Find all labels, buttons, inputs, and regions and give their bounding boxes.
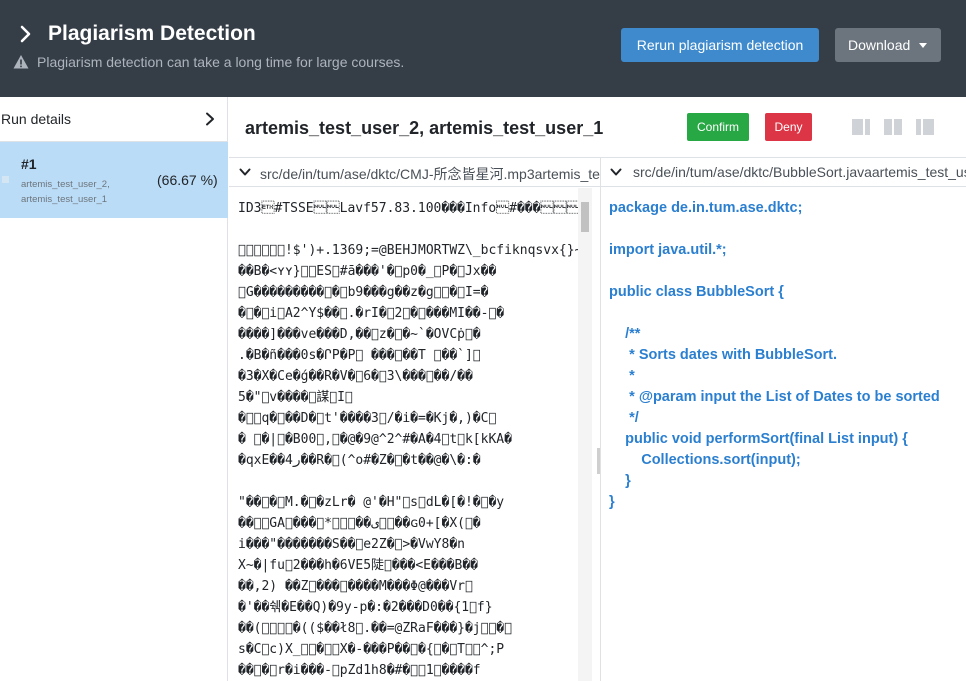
- page-subtitle: Plagiarism detection can take a long tim…: [37, 54, 405, 70]
- chevron-down-icon[interactable]: [610, 168, 622, 177]
- code-line: Collections.sort(input);: [609, 452, 801, 468]
- left-file-content: ID3#TSSE  Lavf57.83.100���Info #���    …: [238, 198, 578, 681]
- code-line: */: [609, 410, 639, 426]
- warning-icon: [13, 55, 29, 69]
- binary-line: i���"�������S�� e2Z� >�VwY8�n: [238, 537, 465, 552]
- comparison-users: artemis_test_user_2, artemis_test_user_1: [21, 177, 110, 207]
- binary-line: ��,2) ��Z ��� ����M���Φ@���Vr : [238, 579, 473, 594]
- binary-line: ��(    �(($��ł8 .��=@ZRaF���}�j  � : [238, 621, 512, 636]
- right-file-content: package de.in.tum.ase.dktc; import java.u…: [609, 198, 940, 513]
- code-line: import java.util.*;: [609, 242, 727, 258]
- run-details-label: Run details: [1, 111, 72, 127]
- binary-line: [238, 219, 578, 240]
- binary-line: X~�|fu 2���h�6VE5陡 ���<E���B��: [238, 558, 478, 573]
- binary-line: �'��쉒�E��Q)�9y-p�:�2���D0��{1 f}: [238, 600, 493, 615]
- code-line: /**: [609, 326, 641, 342]
- binary-line: �3�X�Ce�ǵ��R�V� 6� 3\��� ��/��: [238, 369, 473, 384]
- rerun-detection-button[interactable]: Rerun plagiarism detection: [621, 28, 819, 62]
- binary-line:  G��������� � b9���g��z�g  � I=�: [238, 285, 489, 300]
- chevron-right-icon[interactable]: [18, 24, 34, 44]
- right-file-path: src/de/in/tum/ase/dktc/BubbleSort.javaar…: [633, 164, 966, 180]
- binary-line: �  �| �B00 , �@�9@^2^#�A�4 t k[kKA�: [238, 432, 512, 447]
- selection-marker: [2, 176, 9, 183]
- code-line: *: [609, 368, 635, 384]
- caret-down-icon: [919, 43, 927, 48]
- chevron-down-icon[interactable]: [239, 168, 251, 177]
- right-file-pane: src/de/in/tum/ase/dktc/BubbleSort.javaar…: [601, 158, 966, 681]
- split-left-icon[interactable]: [851, 118, 871, 136]
- binary-line: s�C c)X_  �  X�-���P�� �{ � T  ^;P: [238, 642, 505, 657]
- binary-line: .�B�ñ���0s�ՐP�P  ��� ��T  ��`] : [238, 348, 481, 363]
- code-line: }: [609, 494, 615, 510]
- binary-line: [238, 471, 578, 492]
- code-line: }: [609, 473, 631, 489]
- code-line: public void performSort(final List input…: [609, 431, 908, 447]
- binary-line:       !$')+.1369;=@BEHJMORTWZ\_bcfiknqsv…: [238, 243, 578, 258]
- binary-line: �  q� ��D� t'����3 /�i�=�Kj�,)�C : [238, 411, 497, 426]
- download-label: Download: [848, 37, 911, 53]
- run-details-header[interactable]: Run details: [0, 97, 228, 142]
- sidebar: Run details #1 artemis_test_user_2, arte…: [0, 97, 228, 681]
- similarity-percentage: (66.67 %): [157, 172, 218, 188]
- split-right-icon[interactable]: [915, 118, 935, 136]
- page-title: Plagiarism Detection: [48, 22, 256, 45]
- binary-line: ��B�<ʏʏ}  ES #ā���'� p0�_ P� Jx��: [238, 264, 497, 279]
- left-file-pane: src/de/in/tum/ase/dktc/CMJ-所念皆星河.mp3arte…: [229, 158, 601, 681]
- deny-button[interactable]: Deny: [765, 113, 812, 141]
- pane-splitter-handle[interactable]: [597, 448, 600, 474]
- left-file-bar[interactable]: src/de/in/tum/ase/dktc/CMJ-所念皆星河.mp3arte…: [229, 158, 600, 187]
- right-file-bar[interactable]: src/de/in/tum/ase/dktc/BubbleSort.javaar…: [601, 158, 966, 187]
- binary-line: 5�" v���� 謀 I : [238, 390, 353, 405]
- comparison-number: #1: [21, 156, 37, 172]
- code-line: * Sorts dates with BubbleSort.: [609, 347, 837, 363]
- code-line: package de.in.tum.ase.dktc;: [609, 200, 803, 216]
- binary-line: "�� � M.� �zLr� @'�H" s dL�[�!� �y: [238, 495, 505, 510]
- comparison-header: artemis_test_user_2, artemis_test_user_1…: [229, 97, 966, 158]
- split-equal-icon[interactable]: [883, 118, 903, 136]
- comparison-user-b: artemis_test_user_1: [21, 194, 108, 205]
- download-dropdown-button[interactable]: Download: [835, 28, 941, 62]
- binary-line: �qxE��4ر��R� (^o#�Z� �t��@�\�:�: [238, 453, 481, 468]
- comparison-user-a: artemis_test_user_2,: [21, 179, 110, 190]
- chevron-right-icon[interactable]: [205, 112, 215, 126]
- binary-line: �� � r�i���- pZd1h8�#�  1 ����f: [238, 663, 481, 678]
- comparison-title: artemis_test_user_2, artemis_test_user_1: [245, 118, 604, 138]
- left-scrollbar-thumb[interactable]: [581, 202, 589, 232]
- comparison-list-item[interactable]: #1 artemis_test_user_2, artemis_test_use…: [0, 142, 228, 218]
- binary-line: ID3#TSSE  Lavf57.83.100���Info #���    : [238, 201, 578, 216]
- confirm-button[interactable]: Confirm: [687, 113, 749, 141]
- binary-line: ����]���ve���D,�� z� �~`�OVCṗ �: [238, 327, 481, 342]
- binary-line: ��  GA ��� *   ��ﻯ  ��ɢ0+[�X( �: [238, 516, 481, 531]
- page-header: Plagiarism Detection Plagiarism detectio…: [0, 0, 966, 97]
- binary-line: � � i A2^Y$�� .�rI� 2� ���MI��- �: [238, 306, 505, 321]
- left-scrollbar[interactable]: [578, 188, 592, 681]
- code-line: public class BubbleSort {: [609, 284, 784, 300]
- left-file-path: src/de/in/tum/ase/dktc/CMJ-所念皆星河.mp3arte…: [260, 166, 600, 182]
- code-line: * @param input the List of Dates to be s…: [609, 389, 940, 405]
